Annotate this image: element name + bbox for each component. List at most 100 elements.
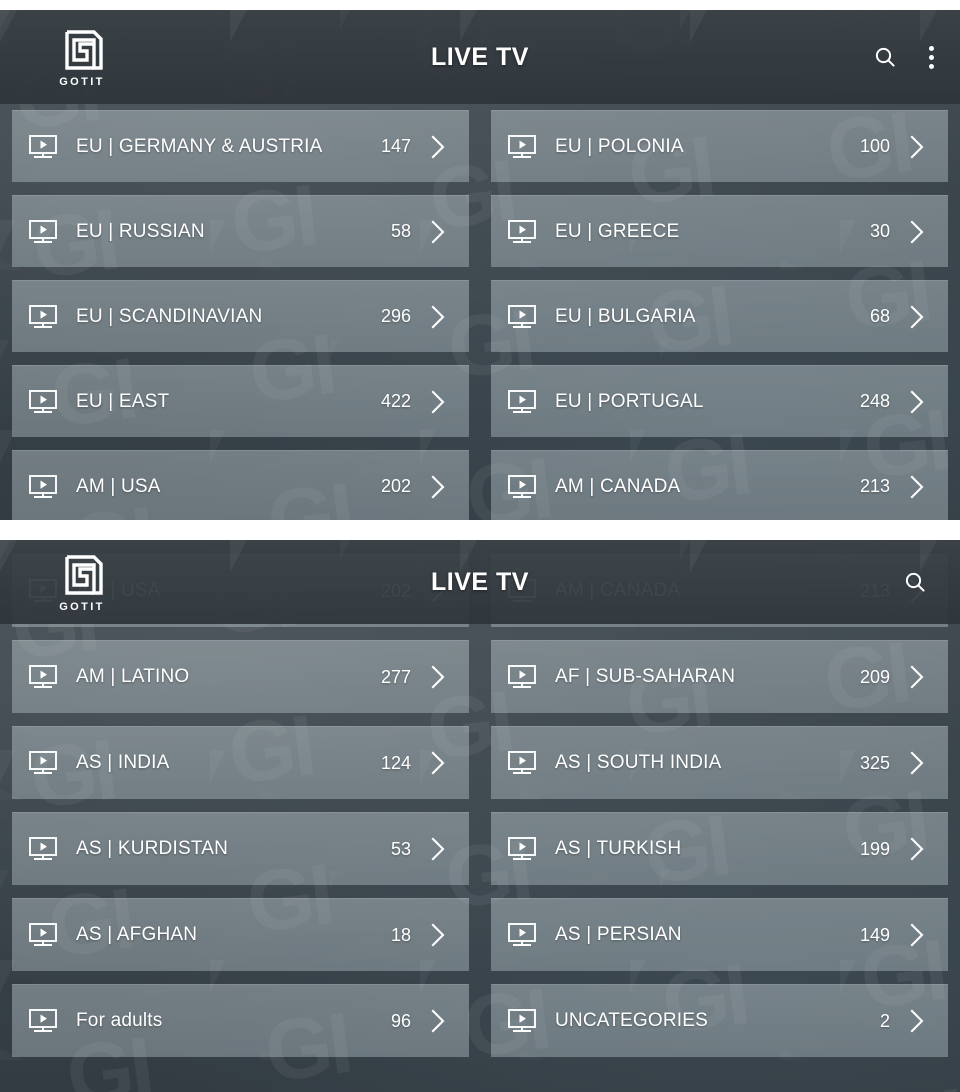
search-button[interactable] bbox=[862, 34, 908, 80]
channel-count: 30 bbox=[869, 221, 890, 241]
channel-group-label: AS | KURDISTAN bbox=[76, 838, 229, 859]
app-bar-bottom: GOTIT LIVE TV bbox=[0, 540, 960, 624]
chevron-right-icon bbox=[431, 1009, 445, 1033]
row-chevron-wrap bbox=[429, 134, 447, 160]
channel-group-row[interactable]: AS | SOUTH INDIA 325 bbox=[491, 726, 948, 799]
row-tv-icon-wrap bbox=[507, 662, 537, 692]
channel-group-row[interactable]: EU | PORTUGAL 248 bbox=[491, 365, 948, 437]
channel-group-row[interactable]: AF | SUB-SAHARAN 209 bbox=[491, 640, 948, 713]
channel-group-label: EU | GERMANY & AUSTRIA bbox=[76, 135, 323, 157]
live-tv-panel-top: GIGIGIGIGIGIGIGIGIGIGIGIGIGIGIGIGIGIGIGI… bbox=[0, 10, 960, 520]
channel-group-label: EU | EAST bbox=[76, 390, 170, 412]
tv-play-icon bbox=[29, 837, 57, 860]
channel-count: 199 bbox=[859, 838, 890, 859]
channel-group-label: AS | AFGHAN bbox=[76, 924, 198, 945]
channel-group-label: AM | LATINO bbox=[76, 666, 190, 687]
channel-group-row[interactable]: AM | LATINO 277 bbox=[12, 640, 469, 713]
row-tv-icon-wrap bbox=[507, 748, 537, 778]
channel-count: 277 bbox=[380, 666, 411, 687]
channel-count: 96 bbox=[390, 1010, 411, 1031]
channel-count: 149 bbox=[859, 924, 890, 945]
channel-count: 325 bbox=[859, 752, 890, 773]
tv-play-icon bbox=[29, 1009, 57, 1032]
channel-count: 58 bbox=[390, 221, 411, 241]
row-chevron-wrap bbox=[429, 474, 447, 500]
row-tv-icon-wrap bbox=[28, 387, 58, 417]
channel-group-label: EU | GREECE bbox=[555, 220, 680, 242]
gotit-logo-icon bbox=[65, 29, 103, 70]
channel-group-row[interactable]: EU | BULGARIA 68 bbox=[491, 280, 948, 352]
channel-group-row[interactable]: EU | GREECE 30 bbox=[491, 195, 948, 267]
chevron-right-icon bbox=[910, 305, 924, 328]
app-bar-actions-top bbox=[862, 10, 960, 104]
channel-group-row[interactable]: AS | TURKISH 199 bbox=[491, 812, 948, 885]
channel-group-row[interactable]: For adults 96 bbox=[12, 984, 469, 1057]
channel-count: 68 bbox=[869, 306, 890, 326]
page-title-bottom: LIVE TV bbox=[431, 567, 529, 596]
row-tv-icon-wrap bbox=[507, 1006, 537, 1036]
row-chevron-wrap bbox=[429, 836, 447, 862]
row-tv-icon-wrap bbox=[507, 920, 537, 950]
tv-play-icon bbox=[29, 389, 57, 413]
tv-play-icon bbox=[29, 923, 57, 946]
channel-group-row[interactable]: AS | PERSIAN 149 bbox=[491, 898, 948, 971]
channel-count: 296 bbox=[380, 306, 411, 326]
row-tv-icon-wrap bbox=[507, 217, 537, 247]
tv-play-icon bbox=[508, 1009, 536, 1032]
channel-group-label: EU | PORTUGAL bbox=[555, 390, 704, 412]
row-chevron-wrap bbox=[908, 474, 926, 500]
row-chevron-wrap bbox=[908, 836, 926, 862]
channel-group-row[interactable]: AS | INDIA 124 bbox=[12, 726, 469, 799]
channel-group-row[interactable]: EU | SCANDINAVIAN 296 bbox=[12, 280, 469, 352]
channel-count: 2 bbox=[879, 1010, 890, 1031]
channel-group-row[interactable]: AS | AFGHAN 18 bbox=[12, 898, 469, 971]
logo-wordmark: GOTIT bbox=[59, 75, 105, 88]
channel-group-label: EU | SCANDINAVIAN bbox=[76, 305, 263, 327]
channel-count: 100 bbox=[859, 136, 890, 156]
channel-group-label: AS | TURKISH bbox=[555, 838, 682, 859]
channel-group-row[interactable]: EU | GERMANY & AUSTRIA 147 bbox=[12, 110, 469, 182]
channel-count: 209 bbox=[859, 666, 890, 687]
live-tv-panel-bottom: GIGIGIGIGIGIGIGIGIGIGIGIGIGIGIGIGIGIGIGI… bbox=[0, 540, 960, 1092]
channel-group-row[interactable]: EU | POLONIA 100 bbox=[491, 110, 948, 182]
channel-count: 248 bbox=[859, 391, 890, 411]
chevron-right-icon bbox=[910, 1009, 924, 1033]
channel-group-row[interactable]: UNCATEGORIES 2 bbox=[491, 984, 948, 1057]
row-chevron-wrap bbox=[429, 922, 447, 948]
tv-play-icon bbox=[508, 134, 536, 158]
row-chevron-wrap bbox=[908, 922, 926, 948]
channel-count: 422 bbox=[380, 391, 411, 411]
row-chevron-wrap bbox=[908, 304, 926, 330]
overflow-menu-button[interactable] bbox=[908, 34, 954, 80]
row-chevron-wrap bbox=[908, 750, 926, 776]
channel-group-row[interactable]: EU | EAST 422 bbox=[12, 365, 469, 437]
chevron-right-icon bbox=[431, 665, 445, 689]
tv-play-icon bbox=[29, 665, 57, 688]
channel-group-row[interactable]: AS | KURDISTAN 53 bbox=[12, 812, 469, 885]
row-tv-icon-wrap bbox=[28, 662, 58, 692]
row-tv-icon-wrap bbox=[28, 834, 58, 864]
channel-group-label: AS | SOUTH INDIA bbox=[555, 752, 722, 773]
search-button[interactable] bbox=[892, 559, 938, 605]
more-vertical-icon bbox=[928, 45, 934, 69]
row-tv-icon-wrap bbox=[507, 387, 537, 417]
search-icon bbox=[875, 47, 895, 67]
channel-group-label: EU | POLONIA bbox=[555, 135, 684, 157]
row-tv-icon-wrap bbox=[28, 472, 58, 502]
tv-play-icon bbox=[508, 219, 536, 243]
chevron-right-icon bbox=[431, 390, 445, 413]
row-chevron-wrap bbox=[429, 750, 447, 776]
channel-group-row[interactable]: AM | USA 202 bbox=[12, 450, 469, 520]
app-bar-background bbox=[0, 10, 960, 104]
chevron-right-icon bbox=[910, 475, 924, 498]
channel-group-list-top: EU | GERMANY & AUSTRIA 147 EU | POLONIA 100… bbox=[0, 110, 960, 520]
row-chevron-wrap bbox=[429, 664, 447, 690]
tv-play-icon bbox=[508, 389, 536, 413]
channel-group-label: AS | PERSIAN bbox=[555, 924, 682, 945]
channel-group-row[interactable]: AM | CANADA 213 bbox=[491, 450, 948, 520]
chevron-right-icon bbox=[431, 923, 445, 947]
row-chevron-wrap bbox=[429, 219, 447, 245]
channel-group-row[interactable]: EU | RUSSIAN 58 bbox=[12, 195, 469, 267]
chevron-right-icon bbox=[910, 751, 924, 775]
tv-play-icon bbox=[29, 751, 57, 774]
